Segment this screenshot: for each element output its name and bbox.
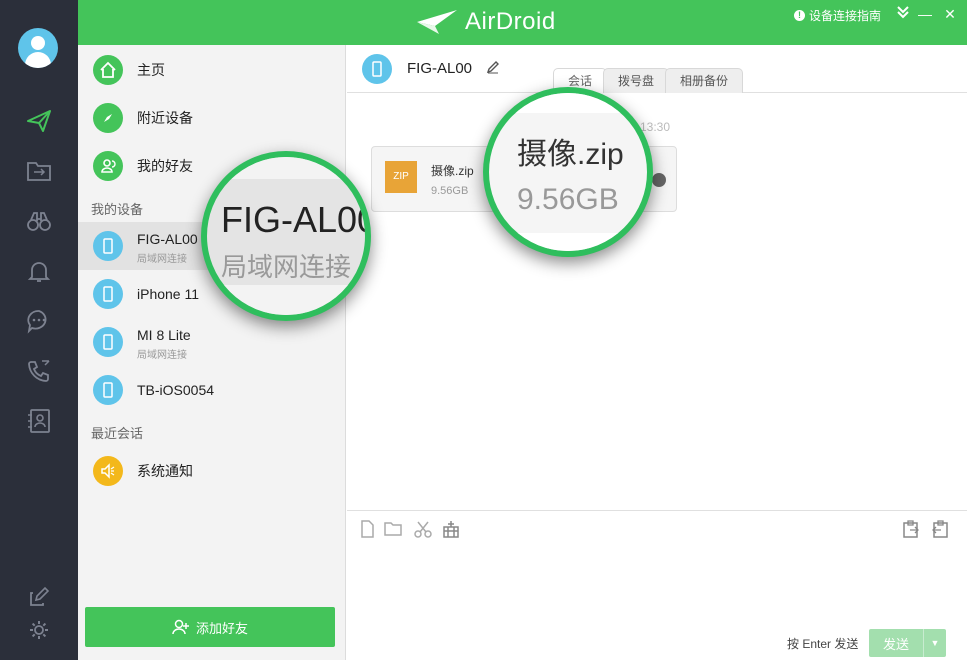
speaker-icon [93, 456, 123, 486]
tab-dialpad[interactable]: 拨号盘 [603, 68, 670, 93]
device-connection: 局域网连接 [137, 350, 187, 361]
bell-icon[interactable] [24, 256, 54, 286]
chat-device-name: FIG-AL00 [407, 60, 473, 77]
device-item-mi-8-lite[interactable]: MI 8 Lite 局域网连接 [78, 318, 346, 366]
edit-icon[interactable] [24, 582, 54, 612]
clipboard-out-icon[interactable] [930, 519, 950, 539]
add-friend-button[interactable]: 添加好友 [85, 607, 335, 647]
nav-item-label: 我的好友 [137, 158, 193, 174]
device-list-panel: 主页 附近设备 我的好友 我的设备 FIG-AL00 局域网连接 iPhone … [78, 45, 346, 660]
compass-icon [93, 103, 123, 133]
nav-item-nearby[interactable]: 附近设备 [78, 94, 346, 142]
folder-transfer-icon[interactable] [24, 156, 54, 186]
magnified-file-size: 9.56GB [517, 183, 619, 216]
screenshot-icon[interactable] [441, 519, 461, 539]
my-devices-heading: 我的设备 [91, 202, 144, 217]
message-composer[interactable]: 按 Enter 发送 发送 ▼ [347, 510, 967, 660]
folder-icon[interactable] [383, 519, 403, 539]
phone-icon [93, 375, 123, 405]
nav-item-home[interactable]: 主页 [78, 46, 346, 94]
friends-icon [93, 151, 123, 181]
pencil-icon[interactable] [486, 60, 500, 79]
file-icon[interactable] [357, 519, 377, 539]
phone-icon [93, 327, 123, 357]
send-label: 发送 [882, 636, 909, 652]
app-name: AirDroid [465, 8, 556, 35]
nav-item-label: 主页 [137, 62, 165, 78]
device-name: iPhone 11 [137, 286, 200, 302]
add-friend-label: 添加好友 [195, 620, 248, 636]
recent-item-label: 系统通知 [137, 463, 193, 479]
avatar[interactable] [18, 28, 58, 68]
recent-item-system-notice[interactable]: 系统通知 [78, 447, 346, 495]
phone-icon [362, 54, 392, 84]
send-button[interactable]: 发送 ▼ [869, 629, 946, 657]
scissors-icon[interactable] [413, 519, 433, 539]
device-name: TB-iOS0054 [137, 382, 215, 398]
recent-chats-heading: 最近会话 [91, 426, 144, 441]
airdroid-logo-icon [417, 10, 457, 34]
chat-header: FIG-AL00 会话 拨号盘 相册备份 [347, 45, 967, 93]
clipboard-in-icon[interactable] [901, 519, 921, 539]
chevron-down-icon[interactable]: ▼ [923, 629, 946, 657]
file-name: 摄像.zip [431, 164, 474, 178]
home-icon [93, 55, 123, 85]
phone-icon [93, 279, 123, 309]
chat-panel: FIG-AL00 会话 拨号盘 相册备份 13:30 ZIP 摄像.zip 9.… [347, 45, 967, 660]
download-icon[interactable] [894, 5, 912, 23]
close-button[interactable]: ✕ [941, 5, 959, 23]
connection-guide-link[interactable]: ! 设备连接指南 [794, 7, 881, 24]
device-name: FIG-AL00 [137, 231, 198, 247]
magnifier-device: FIG-AL00 局域网连接 [201, 151, 371, 321]
settings-icon[interactable] [24, 615, 54, 645]
left-rail [0, 0, 78, 660]
zip-file-icon: ZIP [385, 161, 417, 193]
binoculars-icon[interactable] [24, 206, 54, 236]
tab-photo-backup[interactable]: 相册备份 [665, 68, 744, 93]
info-icon: ! [794, 10, 805, 21]
file-size: 9.56GB [431, 185, 469, 197]
nav-item-label: 附近设备 [137, 110, 193, 126]
title-bar: AirDroid ! 设备连接指南 — ✕ [78, 0, 967, 45]
phone-icon [93, 231, 123, 261]
magnified-file-name: 摄像.zip [517, 138, 624, 171]
contacts-icon[interactable] [24, 406, 54, 436]
message-icon[interactable] [24, 306, 54, 336]
minimize-button[interactable]: — [916, 5, 934, 23]
search-icon[interactable] [652, 173, 666, 187]
magnified-device-connection: 局域网连接 [221, 252, 352, 282]
app-logo: AirDroid [415, 8, 556, 36]
device-connection: 局域网连接 [137, 254, 187, 265]
guide-label: 设备连接指南 [809, 9, 882, 23]
enter-hint: 按 Enter 发送 [787, 637, 859, 651]
device-item-tb-ios0054[interactable]: TB-iOS0054 [78, 366, 346, 414]
device-name: MI 8 Lite [137, 327, 191, 343]
magnifier-file: 摄像.zip 9.56GB [483, 87, 653, 257]
send-icon[interactable] [24, 106, 54, 136]
magnified-device-name: FIG-AL00 [221, 199, 371, 240]
call-log-icon[interactable] [24, 356, 54, 386]
message-timestamp: 13:30 [640, 120, 671, 134]
add-user-icon [172, 619, 189, 635]
